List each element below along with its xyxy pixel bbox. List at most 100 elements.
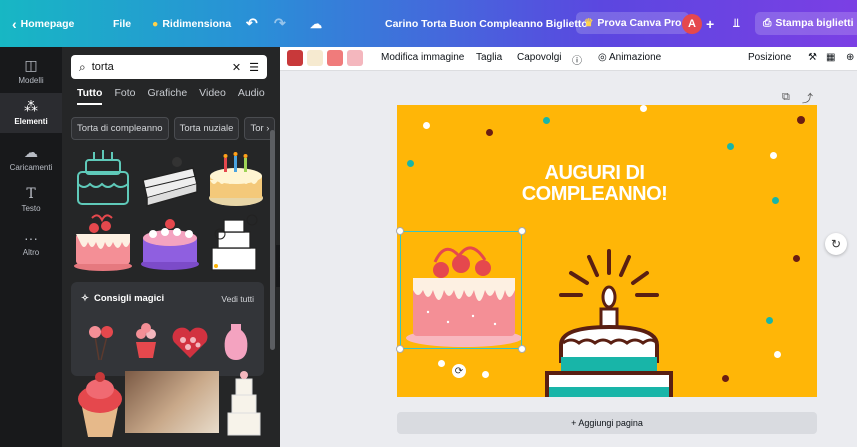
resize-handle[interactable] xyxy=(396,227,404,235)
cake-slice-sketch-graphic[interactable] xyxy=(139,150,201,208)
add-page-button[interactable]: + Aggiungi pagina xyxy=(397,412,817,434)
selection-box[interactable] xyxy=(400,231,522,349)
confetti-dot xyxy=(727,143,734,150)
transparency-icon[interactable]: ▦ xyxy=(826,52,835,63)
tab-photos[interactable]: Foto xyxy=(114,87,135,105)
confetti-dot xyxy=(486,129,493,136)
info-icon[interactable]: ⓘ xyxy=(572,52,582,67)
wedding-cake-graphic[interactable] xyxy=(224,369,264,439)
try-pro-label: Prova Canva Pro xyxy=(597,17,682,29)
animate-label: Animazione xyxy=(608,52,662,63)
pink-drip-cake-graphic[interactable] xyxy=(72,212,134,272)
cake-photo[interactable] xyxy=(125,371,219,433)
heart-chocolates-graphic[interactable] xyxy=(171,324,209,360)
refresh-icon[interactable]: ↻ xyxy=(825,233,847,255)
rail-item-more[interactable]: ··· Altro xyxy=(0,225,62,265)
paint-format-icon[interactable]: ⚒ xyxy=(808,52,817,63)
homepage-link[interactable]: ‹ Homepage xyxy=(12,0,74,47)
elements-icon: ⁂ xyxy=(24,98,38,114)
color-swatch[interactable] xyxy=(327,50,343,66)
magic-suggestions-card: ✧ Consigli magici Vedi tutti xyxy=(71,282,264,376)
resize-button[interactable]: ● Ridimensiona xyxy=(152,0,231,47)
avatar-initial: A xyxy=(682,13,702,34)
confetti-dot xyxy=(722,375,729,382)
candle-cake-graphic[interactable] xyxy=(206,150,266,208)
add-page-label: + Aggiungi pagina xyxy=(571,418,643,428)
heart-flowers-graphic[interactable] xyxy=(131,322,161,362)
tab-audio[interactable]: Audio xyxy=(238,87,265,105)
rail-label: Testo xyxy=(21,204,41,213)
tab-graphics[interactable]: Grafiche xyxy=(147,87,187,105)
magic-suggestions-title: ✧ Consigli magici xyxy=(81,293,164,304)
rail-label: Altro xyxy=(22,248,40,257)
color-swatch[interactable] xyxy=(287,50,303,66)
flip-button[interactable]: Capovolgi xyxy=(517,52,561,63)
chevron-left-icon: ‹ xyxy=(12,15,17,32)
print-label: Stampa biglietti xyxy=(775,16,854,29)
cupcake-graphic[interactable] xyxy=(72,369,128,439)
confetti-dot xyxy=(423,122,430,129)
tab-all[interactable]: Tutto xyxy=(77,87,102,105)
purple-cake-graphic[interactable] xyxy=(139,212,201,272)
confetti-dot xyxy=(482,371,489,378)
more-icon: ··· xyxy=(24,230,38,246)
plus-icon[interactable]: + xyxy=(706,0,714,47)
birthday-candle-cake-graphic[interactable] xyxy=(537,235,687,397)
magic-title-text: Consigli magici xyxy=(93,293,165,304)
animate-button[interactable]: ◎ Animazione xyxy=(598,52,661,63)
suggestion-chips: Torta di compleanno Torta nuziale Tor › xyxy=(71,117,276,140)
confetti-dot xyxy=(407,160,414,167)
sparkle-icon: ✧ xyxy=(81,293,89,304)
greeting-title[interactable]: AUGURI DI COMPLEANNO! xyxy=(507,163,682,205)
bar-chart-icon[interactable]: ⫫ xyxy=(733,0,740,47)
resize-handle[interactable] xyxy=(518,345,526,353)
link-icon[interactable]: ⊕ xyxy=(846,52,854,63)
duplicate-page-icon[interactable]: ⧉ xyxy=(782,91,790,104)
panel-scrollbar[interactable] xyxy=(270,130,275,350)
pink-vase-graphic[interactable] xyxy=(223,322,249,362)
filter-tabs: Tutto Foto Grafiche Video Audio xyxy=(77,87,265,105)
try-pro-button[interactable]: ♛ Prova Canva Pro xyxy=(576,10,690,36)
rail-label: Caricamenti xyxy=(9,163,53,172)
chip-wedding-cake[interactable]: Torta nuziale xyxy=(173,117,240,140)
clear-icon[interactable]: ✕ xyxy=(232,61,241,74)
see-all-link[interactable]: Vedi tutti xyxy=(221,294,254,304)
confetti-dot xyxy=(797,116,805,124)
color-swatch[interactable] xyxy=(307,50,323,66)
position-button[interactable]: Posizione xyxy=(748,52,791,63)
upload-icon: ☁ xyxy=(24,144,38,160)
print-button[interactable]: ⎙ Stampa biglietti xyxy=(755,10,857,36)
resize-label: Ridimensiona xyxy=(162,17,232,30)
crown-icon: ● xyxy=(152,17,159,30)
rail-item-text[interactable]: T Testo xyxy=(0,181,62,221)
heart-lollipops-graphic[interactable] xyxy=(85,322,115,362)
confetti-dot xyxy=(772,197,779,204)
greeting-line-2: COMPLEANNO! xyxy=(521,183,668,205)
search-input[interactable]: ⌕ torta ✕ ☰ xyxy=(71,55,267,79)
cloud-saved-icon[interactable]: ☁ xyxy=(310,0,322,47)
tab-videos[interactable]: Video xyxy=(199,87,226,105)
confetti-dot xyxy=(770,152,777,159)
confetti-dot xyxy=(774,351,781,358)
chip-more-label: Tor xyxy=(250,123,264,134)
resize-handle[interactable] xyxy=(518,227,526,235)
tiered-cake-sketch-graphic[interactable] xyxy=(206,212,266,272)
edit-image-button[interactable]: Modifica immagine xyxy=(381,52,464,63)
rail-label: Elementi xyxy=(14,117,48,126)
document-title[interactable]: Carino Torta Buon Compleanno Biglietto xyxy=(385,0,588,47)
rotate-handle-icon[interactable]: ⟳ xyxy=(452,364,466,378)
chip-birthday-cake[interactable]: Torta di compleanno xyxy=(71,117,169,140)
crop-button[interactable]: Taglia xyxy=(476,52,502,63)
rail-item-templates[interactable]: ◫ Modelli xyxy=(0,51,62,91)
rail-item-elements[interactable]: ⁂ Elementi xyxy=(0,93,62,133)
file-menu[interactable]: File xyxy=(113,0,131,47)
resize-handle[interactable] xyxy=(396,345,404,353)
rail-item-uploads[interactable]: ☁ Caricamenti xyxy=(0,139,62,179)
add-page-icon[interactable]: ⤴ xyxy=(802,90,813,106)
cake-outline-teal-graphic[interactable] xyxy=(72,150,134,208)
undo-icon[interactable]: ↶ xyxy=(246,0,258,47)
color-swatch[interactable] xyxy=(347,50,363,66)
avatar[interactable]: A xyxy=(682,0,702,47)
redo-icon[interactable]: ↷ xyxy=(274,0,286,47)
filter-icon[interactable]: ☰ xyxy=(249,61,259,74)
